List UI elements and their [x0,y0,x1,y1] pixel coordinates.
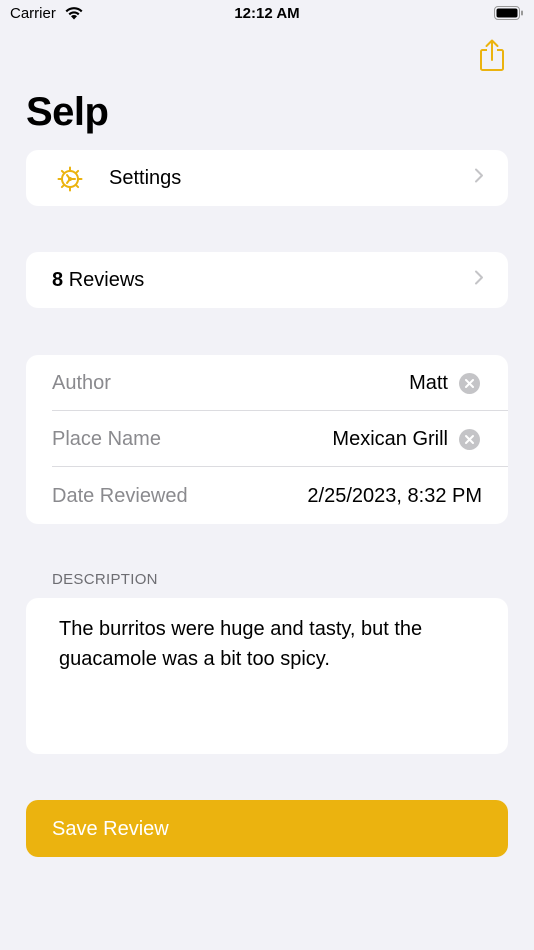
reviews-label: Reviews [68,269,145,291]
place-clear-button[interactable] [459,429,480,450]
page-title: Selp [26,90,109,134]
reviews-row[interactable]: 8 Reviews [26,252,508,308]
date-row[interactable]: Date Reviewed 2/25/2023, 8:32 PM [26,468,508,524]
divider [52,466,508,467]
description-card[interactable]: The burritos were huge and tasty, but th… [26,598,508,754]
date-label: Date Reviewed [52,485,188,507]
settings-label: Settings [109,167,182,189]
clock: 12:12 AM [234,5,300,22]
author-field[interactable]: Matt [409,372,448,395]
reviews-count: 8 [52,269,64,291]
author-row[interactable]: Author Matt [26,355,508,411]
save-review-button[interactable]: Save Review [26,800,508,857]
place-field[interactable]: Mexican Grill [332,428,448,451]
battery-icon [494,6,524,20]
reviews-summary: 8 Reviews [52,269,144,292]
date-picker[interactable]: 2/25/2023, 8:32 PM [307,485,482,508]
chevron-right-icon [474,168,484,189]
save-review-label: Save Review [52,818,169,840]
chevron-right-icon [474,270,484,291]
author-label: Author [52,372,111,394]
status-bar: Carrier 12:12 AM [0,0,534,30]
place-label: Place Name [52,428,161,450]
review-form: Author Matt Place Name Mexican Grill Dat… [26,355,508,524]
settings-row[interactable]: Settings [26,150,508,206]
gear-icon [57,166,83,192]
share-icon [480,39,504,71]
description-header: DESCRIPTION [52,571,158,588]
app-screen: Carrier 12:12 AM Selp Settings 8 Reviews… [0,0,534,950]
share-button[interactable] [477,38,507,72]
place-row[interactable]: Place Name Mexican Grill [26,411,508,467]
description-textarea[interactable]: The burritos were huge and tasty, but th… [59,614,486,734]
clear-icon [465,435,474,444]
author-clear-button[interactable] [459,373,480,394]
clear-icon [465,379,474,388]
